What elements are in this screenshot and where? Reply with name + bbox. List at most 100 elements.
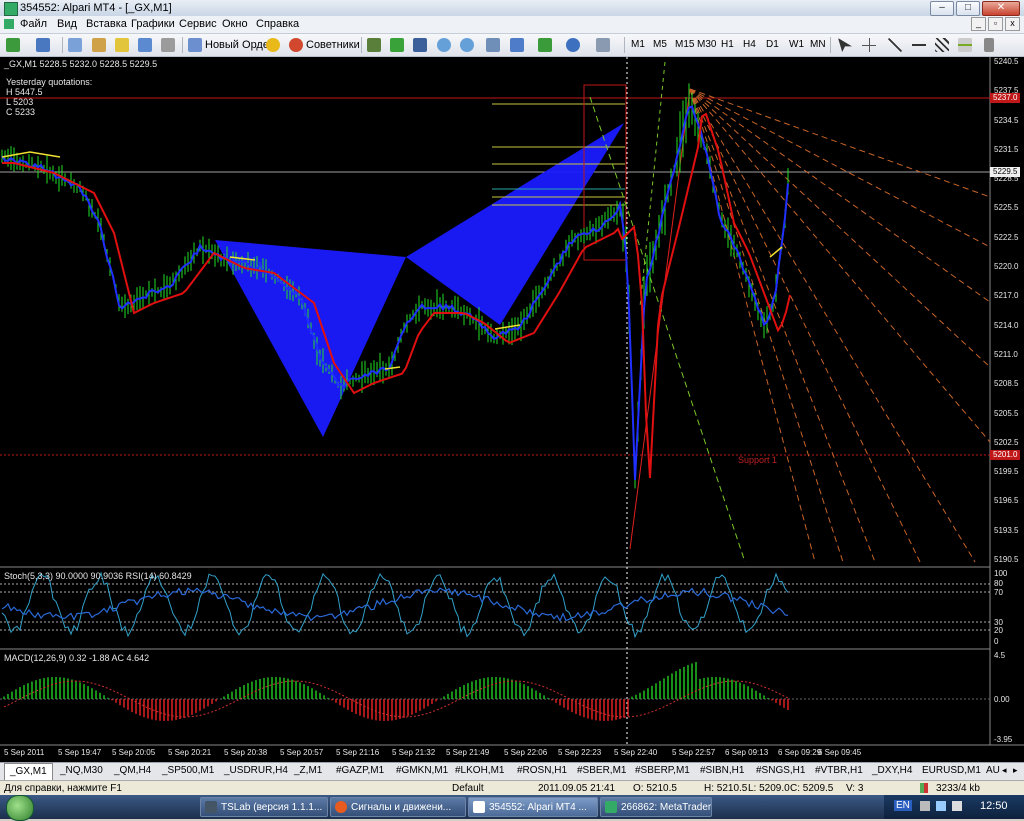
tab-gx-m1[interactable]: _GX,M1 (4, 763, 53, 781)
taskbar-item-browser[interactable]: Сигналы и движени... (330, 797, 466, 817)
price-axis-label: 5222.5 (994, 232, 1019, 242)
tab-sberp-m1[interactable]: #SBERP,M1 (635, 765, 690, 776)
harmonic-pattern-xab[interactable] (215, 240, 406, 437)
tab-au[interactable]: AU (986, 765, 1000, 776)
tf-mn[interactable]: MN (810, 39, 826, 50)
tab-vtbr-h1[interactable]: #VTBR,H1 (815, 765, 863, 776)
tabs-scroll-left-icon[interactable]: ◂ (1002, 765, 1007, 776)
tile-windows-icon[interactable] (486, 38, 500, 52)
maximize-button[interactable]: □ (956, 1, 980, 16)
price-axis-label: 5231.5 (994, 144, 1019, 154)
tab-gmkn-m1[interactable]: #GMKN,M1 (396, 765, 448, 776)
crosshair-icon[interactable] (862, 38, 876, 52)
taskbar-item-mt4-alpari[interactable]: 354552: Alpari MT4 ... (468, 797, 598, 817)
tab-gazp-m1[interactable]: #GAZP,M1 (336, 765, 384, 776)
text-label-icon[interactable] (984, 38, 994, 52)
mdi-chart-icon[interactable] (4, 19, 14, 29)
mdi-close-button[interactable]: x (1005, 17, 1020, 31)
tab-rosn-h1[interactable]: #ROSN,H1 (517, 765, 567, 776)
new-order-icon (188, 38, 202, 52)
taskbar-item-metatrader[interactable]: 266862: MetaTrader ... (600, 797, 712, 817)
fibonacci-icon[interactable] (958, 38, 972, 52)
time-axis-label: 5 Sep 22:57 (672, 748, 716, 757)
profiles-icon[interactable] (36, 38, 50, 52)
status-traffic: 3233/4 kb (936, 783, 980, 794)
tf-h4[interactable]: H4 (743, 39, 756, 50)
tabs-scroll-right-icon[interactable]: ▸ (1013, 765, 1018, 776)
tf-w1[interactable]: W1 (789, 39, 804, 50)
tab-z-m1[interactable]: _Z,M1 (294, 765, 322, 776)
cursor-icon[interactable] (838, 38, 852, 52)
zoom-in-icon[interactable] (437, 38, 451, 52)
channel-icon[interactable] (935, 38, 949, 52)
network-icon[interactable] (936, 801, 946, 811)
menu-window[interactable]: Окно (222, 18, 248, 30)
metaeditor-icon[interactable] (266, 38, 280, 52)
navigator-icon[interactable] (115, 38, 129, 52)
candlestick-icon[interactable] (390, 38, 404, 52)
mdi-minimize-button[interactable]: _ (971, 17, 986, 31)
volume-icon[interactable] (952, 801, 962, 811)
macd-level-zero: 0.00 (994, 695, 1010, 704)
price-chart[interactable] (0, 57, 1024, 762)
red-trendline[interactable] (629, 88, 691, 550)
price-axis-label: 5205.5 (994, 408, 1019, 418)
menu-help[interactable]: Справка (256, 18, 299, 30)
time-axis-label: 5 Sep 21:32 (392, 748, 436, 757)
tab-sp500-m1[interactable]: _SP500,M1 (162, 765, 214, 776)
zoom-out-icon[interactable] (460, 38, 474, 52)
autoscroll-icon[interactable] (510, 38, 524, 52)
trendline-icon[interactable] (888, 38, 902, 52)
tab-eurusd-m1[interactable]: EURUSD,M1 (922, 765, 981, 776)
price-axis-label: 5202.5 (994, 437, 1019, 447)
tab-usdrur-h4[interactable]: _USDRUR,H4 (224, 765, 288, 776)
tab-lkoh-m1[interactable]: #LKOH,M1 (455, 765, 504, 776)
horizontal-line-icon[interactable] (912, 38, 926, 52)
time-axis-label: 5 Sep 22:40 (614, 748, 658, 757)
periods-icon[interactable] (566, 38, 580, 52)
menu-view[interactable]: Вид (57, 18, 77, 30)
minimize-button[interactable]: – (930, 1, 954, 16)
templates-icon[interactable] (596, 38, 610, 52)
tf-m5[interactable]: M5 (653, 39, 667, 50)
tab-sibn-h1[interactable]: #SIBN,H1 (700, 765, 744, 776)
yesterday-high: H 5447.5 (6, 87, 43, 97)
tester-icon[interactable] (161, 38, 175, 52)
market-watch-icon[interactable] (68, 38, 82, 52)
language-indicator[interactable]: EN (894, 800, 912, 811)
tray-icon[interactable] (920, 801, 930, 811)
data-window-icon[interactable] (92, 38, 106, 52)
menu-tools[interactable]: Сервис (179, 18, 217, 30)
taskbar-item-tslab[interactable]: TSLab (версия 1.1.1... (200, 797, 328, 817)
start-button[interactable] (6, 795, 34, 821)
tf-d1[interactable]: D1 (766, 39, 779, 50)
advisors-button[interactable]: Советники (289, 37, 360, 53)
terminal-icon[interactable] (138, 38, 152, 52)
harmonic-pattern-bcd[interactable] (406, 123, 624, 325)
line-chart-icon[interactable] (413, 38, 427, 52)
stoch-level-70: 70 (994, 588, 1003, 597)
tf-h1[interactable]: H1 (721, 39, 734, 50)
tab-sber-m1[interactable]: #SBER,M1 (577, 765, 626, 776)
new-order-button[interactable]: Новый Ордер (188, 37, 275, 53)
price-axis-label: 5193.5 (994, 525, 1019, 535)
tf-m15[interactable]: M15 (675, 39, 694, 50)
indicators-icon[interactable] (538, 38, 552, 52)
chart-window[interactable]: _GX,M1 5228.5 5232.0 5228.5 5229.5 Yeste… (0, 57, 1024, 762)
close-button[interactable]: ✕ (982, 1, 1020, 16)
menu-file[interactable]: Файл (20, 18, 47, 30)
time-axis-label: 5 Sep 21:49 (446, 748, 490, 757)
tab-sngs-h1[interactable]: #SNGS,H1 (756, 765, 805, 776)
gann-fan[interactable] (689, 88, 991, 563)
menu-charts[interactable]: Графики (131, 18, 175, 30)
tab-nq-m30[interactable]: _NQ,M30 (60, 765, 103, 776)
tf-m30[interactable]: M30 (697, 39, 716, 50)
tab-dxy-h4[interactable]: _DXY,H4 (872, 765, 912, 776)
bar-chart-icon[interactable] (367, 38, 381, 52)
tf-m1[interactable]: M1 (631, 39, 645, 50)
menu-insert[interactable]: Вставка (86, 18, 127, 30)
mdi-restore-button[interactable]: ▫ (988, 17, 1003, 31)
tab-qm-h4[interactable]: _QM,H4 (114, 765, 151, 776)
new-chart-icon[interactable] (6, 38, 20, 52)
taskbar: TSLab (версия 1.1.1... Сигналы и движени… (0, 795, 1024, 821)
